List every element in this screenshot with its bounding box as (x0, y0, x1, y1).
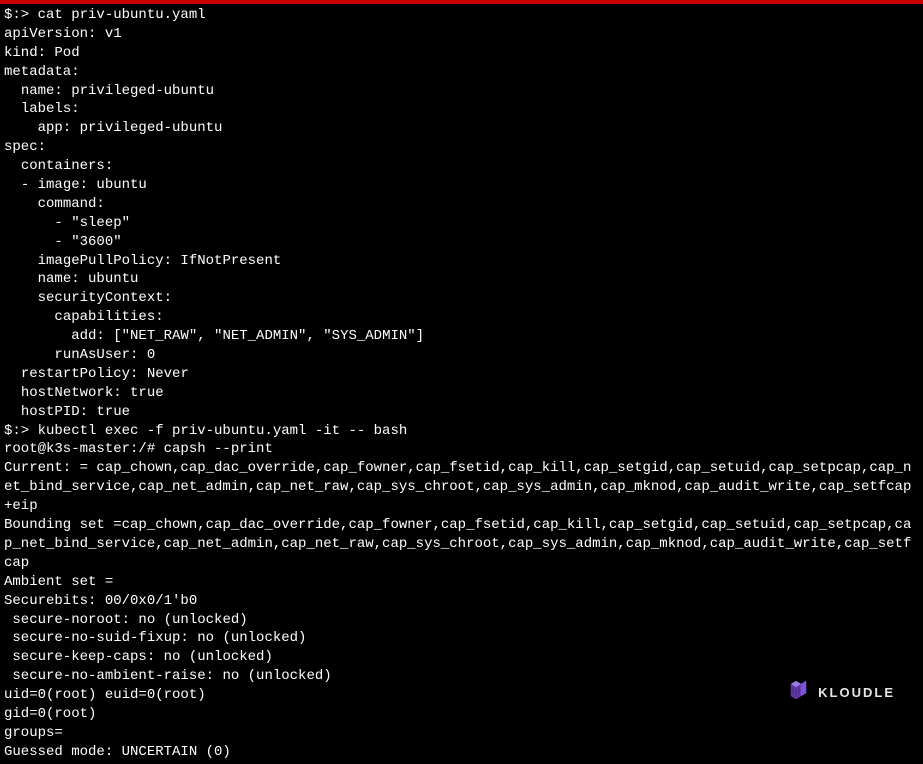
terminal-line: apiVersion: v1 (4, 25, 919, 44)
terminal-line: labels: (4, 100, 919, 119)
terminal-line: secure-keep-caps: no (unlocked) (4, 648, 919, 667)
terminal-line: app: privileged-ubuntu (4, 119, 919, 138)
terminal-line: runAsUser: 0 (4, 346, 919, 365)
terminal-line: spec: (4, 138, 919, 157)
terminal-line: Current: = cap_chown,cap_dac_override,ca… (4, 459, 919, 516)
terminal-line: name: ubuntu (4, 270, 919, 289)
terminal-line: Bounding set =cap_chown,cap_dac_override… (4, 516, 919, 573)
terminal-line: secure-noroot: no (unlocked) (4, 611, 919, 630)
terminal-line: Guessed mode: UNCERTAIN (0) (4, 743, 919, 762)
terminal-line: capabilities: (4, 308, 919, 327)
terminal-line: root@k3s-master:/# capsh --print (4, 440, 919, 459)
terminal-line: - image: ubuntu (4, 176, 919, 195)
terminal-line: secure-no-suid-fixup: no (unlocked) (4, 629, 919, 648)
terminal-line: securityContext: (4, 289, 919, 308)
terminal-line: Securebits: 00/0x0/1'b0 (4, 592, 919, 611)
terminal-line: add: ["NET_RAW", "NET_ADMIN", "SYS_ADMIN… (4, 327, 919, 346)
watermark: KLOUDLE (788, 678, 895, 707)
terminal-line: command: (4, 195, 919, 214)
terminal-line: imagePullPolicy: IfNotPresent (4, 252, 919, 271)
terminal-output[interactable]: $:> cat priv-ubuntu.yamlapiVersion: v1ki… (0, 4, 923, 764)
terminal-line: Ambient set = (4, 573, 919, 592)
terminal-line: - "sleep" (4, 214, 919, 233)
terminal-line: hostPID: true (4, 403, 919, 422)
terminal-line: kind: Pod (4, 44, 919, 63)
terminal-line: $:> kubectl exec -f priv-ubuntu.yaml -it… (4, 422, 919, 441)
terminal-line: name: privileged-ubuntu (4, 82, 919, 101)
watermark-text: KLOUDLE (818, 684, 895, 702)
terminal-line: containers: (4, 157, 919, 176)
terminal-line: restartPolicy: Never (4, 365, 919, 384)
terminal-line: - "3600" (4, 233, 919, 252)
terminal-line: uid=0(root) euid=0(root) (4, 686, 919, 705)
kloudle-logo-icon (788, 678, 810, 707)
terminal-line: $:> cat priv-ubuntu.yaml (4, 6, 919, 25)
terminal-line: gid=0(root) (4, 705, 919, 724)
terminal-line: hostNetwork: true (4, 384, 919, 403)
terminal-line: metadata: (4, 63, 919, 82)
terminal-line: secure-no-ambient-raise: no (unlocked) (4, 667, 919, 686)
terminal-line: groups= (4, 724, 919, 743)
